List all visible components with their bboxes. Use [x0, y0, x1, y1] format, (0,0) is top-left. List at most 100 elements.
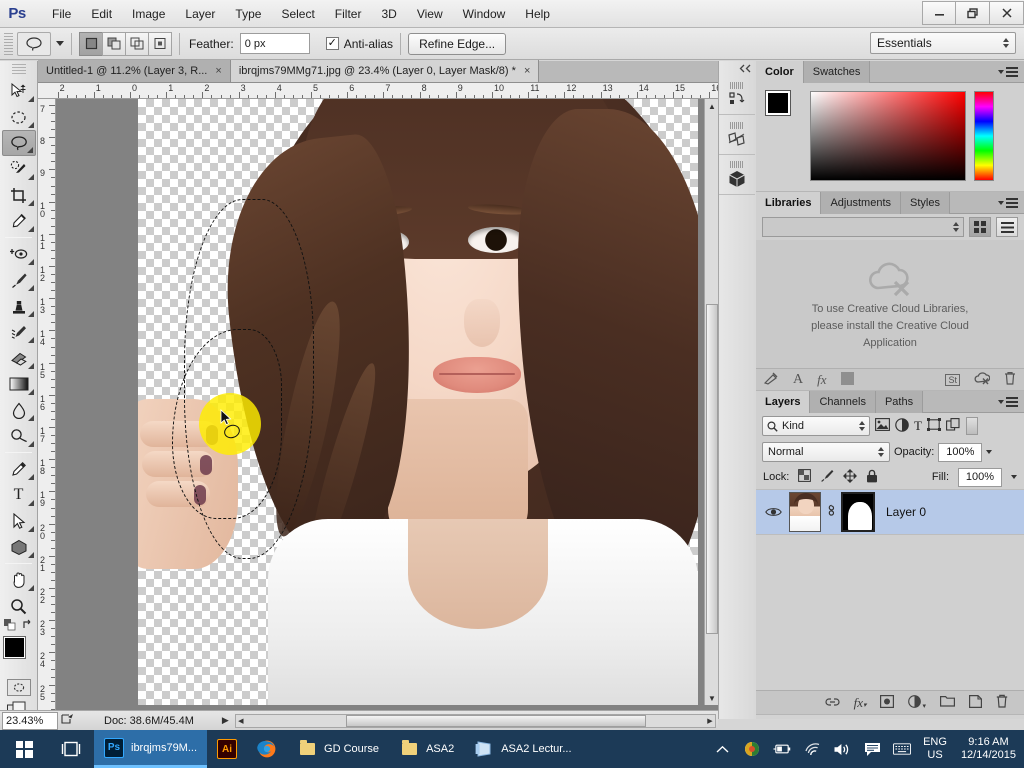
properties-panel-button[interactable]	[719, 115, 755, 155]
menu-edit[interactable]: Edit	[81, 3, 122, 25]
language-indicator[interactable]: ENG US	[923, 736, 947, 762]
action-center-icon[interactable]	[863, 740, 881, 758]
layer-mask-thumbnail[interactable]	[841, 492, 875, 532]
menu-filter[interactable]: Filter	[325, 3, 372, 25]
foreground-color-swatch[interactable]	[765, 90, 791, 116]
layer-row-layer-0[interactable]: Layer 0	[756, 489, 1024, 535]
add-layer-style-icon[interactable]: fx	[817, 372, 826, 388]
clock[interactable]: 9:16 AM 12/14/2015	[959, 736, 1016, 762]
layer-thumbnail[interactable]	[789, 492, 821, 532]
filter-pixel-layers-icon[interactable]	[875, 418, 890, 434]
layers-panel-menu-button[interactable]	[998, 396, 1024, 407]
tab-paths[interactable]: Paths	[875, 390, 924, 413]
restore-button[interactable]	[956, 1, 990, 25]
hue-slider[interactable]	[974, 91, 994, 181]
fill-chevron-down-icon[interactable]	[1011, 475, 1017, 479]
menu-file[interactable]: File	[42, 3, 81, 25]
fill-input[interactable]: 100%	[958, 467, 1002, 487]
share-on-behance-icon[interactable]	[61, 713, 74, 728]
tab-libraries[interactable]: Libraries	[756, 191, 822, 214]
polygon-tool[interactable]	[2, 534, 36, 560]
horizontal-scroll-thumb[interactable]	[345, 714, 646, 727]
delete-layer-icon[interactable]	[996, 694, 1008, 711]
brush-tool[interactable]	[2, 267, 36, 293]
keyboard-icon[interactable]	[893, 740, 912, 758]
menu-window[interactable]: Window	[453, 3, 516, 25]
refine-edge-button[interactable]: Refine Edge...	[408, 32, 507, 55]
lock-transparent-pixels-icon[interactable]	[798, 469, 812, 485]
minimize-button[interactable]	[922, 1, 956, 25]
opacity-input[interactable]: 100%	[938, 442, 983, 462]
path-selection-tool[interactable]	[2, 508, 36, 534]
menu-3d[interactable]: 3D	[371, 3, 406, 25]
new-layer-icon[interactable]	[969, 694, 982, 711]
start-button[interactable]	[0, 730, 48, 768]
tab-styles[interactable]: Styles	[901, 191, 950, 214]
delete-library-icon[interactable]	[1004, 371, 1016, 388]
vertical-scroll-thumb[interactable]	[706, 304, 718, 634]
lasso-tool[interactable]	[1, 130, 36, 156]
taskbar-item-asa2[interactable]: ASA2	[389, 730, 464, 768]
document-viewport[interactable]	[56, 99, 718, 719]
quick-mask-mode-button[interactable]	[6, 679, 31, 696]
new-selection-button[interactable]	[79, 31, 103, 56]
layer-name[interactable]: Layer 0	[886, 505, 926, 519]
menu-view[interactable]: View	[407, 3, 453, 25]
quick-selection-tool[interactable]	[2, 156, 36, 182]
tab-color[interactable]: Color	[756, 60, 804, 83]
move-tool[interactable]	[2, 78, 36, 104]
new-group-icon[interactable]	[940, 695, 955, 710]
libraries-panel-menu-button[interactable]	[998, 197, 1024, 208]
scroll-left-arrow-icon[interactable]: ◀	[237, 716, 245, 726]
close-icon[interactable]: ×	[524, 65, 530, 77]
add-to-selection-button[interactable]	[102, 31, 126, 56]
toolbox-grip[interactable]	[11, 64, 26, 76]
layer-style-fx-icon[interactable]: fx▾	[854, 695, 867, 711]
antialias-checkbox[interactable]: ✓	[325, 37, 339, 50]
cloud-off-small-icon[interactable]	[974, 371, 991, 388]
history-panel-button[interactable]	[719, 75, 755, 115]
tool-preset-chevron-down-icon[interactable]	[56, 41, 64, 46]
wifi-icon[interactable]	[803, 740, 821, 758]
layer-mask-link-icon[interactable]	[826, 504, 836, 520]
security-shield-icon[interactable]	[743, 740, 761, 758]
menu-select[interactable]: Select	[271, 3, 324, 25]
tab-adjustments[interactable]: Adjustments	[821, 191, 901, 214]
history-brush-tool[interactable]	[2, 319, 36, 345]
scroll-down-arrow-icon[interactable]: ▼	[705, 691, 719, 705]
foreground-color-swatch[interactable]	[2, 636, 26, 659]
tab-layers[interactable]: Layers	[756, 390, 811, 413]
blur-tool[interactable]	[2, 397, 36, 423]
filter-shape-layers-icon[interactable]	[926, 418, 941, 434]
hand-tool[interactable]	[2, 567, 36, 593]
layer-visibility-toggle[interactable]	[762, 506, 784, 518]
status-expand-arrow-icon[interactable]: ▶	[222, 715, 229, 726]
antialias-group[interactable]: ✓ Anti-alias	[325, 37, 393, 51]
color-spectrum-field[interactable]	[810, 91, 966, 181]
horizontal-ruler[interactable]: 21012345678910111213141516	[38, 83, 718, 99]
document-tab-ibrqjms79mmg71[interactable]: ibrqjms79MMg71.jpg @ 23.4% (Layer 0, Lay…	[230, 60, 540, 82]
menu-help[interactable]: Help	[515, 3, 560, 25]
options-bar-grip[interactable]	[4, 32, 13, 55]
add-graphic-icon[interactable]	[840, 371, 854, 388]
canvas-vertical-scrollbar[interactable]: ▲ ▼	[704, 99, 719, 705]
elliptical-marquee-tool[interactable]	[2, 104, 36, 130]
document-canvas[interactable]	[138, 99, 698, 705]
opacity-chevron-down-icon[interactable]	[986, 450, 993, 454]
lock-position-icon[interactable]	[843, 468, 858, 486]
menu-image[interactable]: Image	[122, 3, 175, 25]
library-select[interactable]	[762, 217, 964, 237]
feather-input[interactable]: 0 px	[239, 33, 310, 54]
zoom-tool[interactable]	[2, 593, 36, 619]
eyedropper-tool[interactable]	[2, 208, 36, 234]
horizontal-type-tool[interactable]: T	[2, 482, 36, 508]
default-colors-icon[interactable]	[3, 618, 16, 634]
clone-stamp-tool[interactable]	[2, 293, 36, 319]
subtract-from-selection-button[interactable]	[125, 31, 149, 56]
zoom-level-input[interactable]: 23.43%	[2, 711, 58, 730]
filter-smart-objects-icon[interactable]	[946, 418, 960, 434]
link-layers-icon[interactable]	[825, 696, 840, 710]
layer-filter-kind-select[interactable]: Kind	[762, 416, 870, 436]
taskbar-item-photoshop[interactable]: Ps ibrqjms79M...	[94, 730, 208, 768]
taskbar-item-asa2-lecture[interactable]: ASA2 Lectur...	[464, 730, 581, 768]
